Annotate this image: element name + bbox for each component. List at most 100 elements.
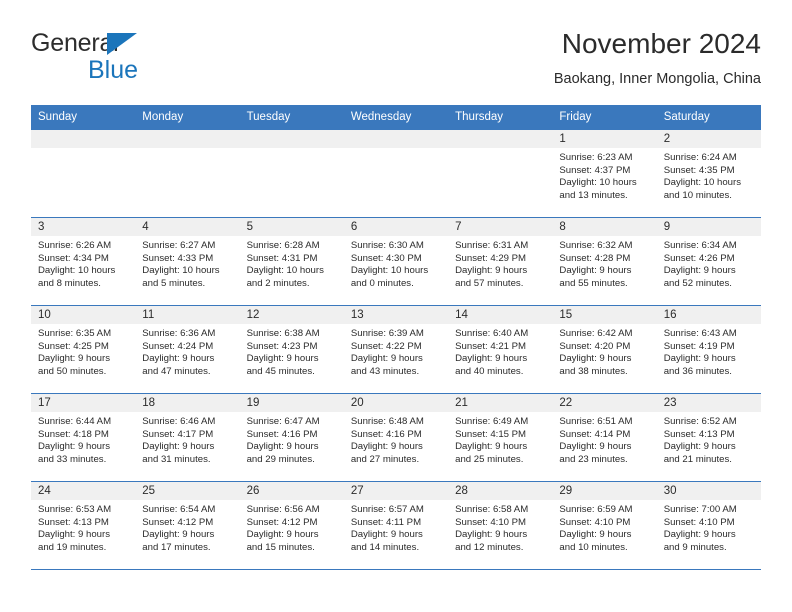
calendar-day-cell[interactable]: 8 Sunrise: 6:32 AM Sunset: 4:28 PM Daylight…: [552, 217, 657, 306]
sunrise-text: Sunrise: 6:54 AM: [142, 504, 216, 515]
day-number: 2: [656, 130, 761, 148]
day-cell-inner: 21 Sunrise: 6:49 AM Sunset: 4:15 PM Dayligh…: [448, 394, 553, 481]
calendar-day-cell[interactable]: 30 Sunrise: 7:00 AM Sunset: 4:10 PM Dayligh…: [656, 481, 761, 570]
day-details: Sunrise: 6:39 AM Sunset: 4:22 PM Daylight:…: [344, 324, 448, 378]
day-details: Sunrise: 6:46 AM Sunset: 4:17 PM Daylight:…: [135, 412, 239, 466]
day-details: Sunrise: 6:35 AM Sunset: 4:25 PM Daylight:…: [31, 324, 135, 378]
day-cell-inner: 22 Sunrise: 6:51 AM Sunset: 4:14 PM Dayligh…: [552, 394, 657, 481]
sunset-text: Sunset: 4:15 PM: [455, 428, 527, 440]
day-details: Sunrise: 6:38 AM Sunset: 4:23 PM Daylight:…: [240, 324, 344, 378]
daylight-text-line1: Daylight: 9 hours: [142, 353, 215, 365]
sunset-text: Sunset: 4:34 PM: [38, 252, 109, 264]
calendar-day-cell[interactable]: 28 Sunrise: 6:58 AM Sunset: 4:10 PM Dayligh…: [448, 481, 553, 570]
calendar-day-cell[interactable]: 21 Sunrise: 6:49 AM Sunset: 4:15 PM Dayligh…: [448, 393, 553, 482]
sunset-text: Sunset: 4:17 PM: [142, 428, 214, 440]
day-number: 27: [343, 482, 449, 500]
daylight-text-line2: and 10 minutes.: [663, 189, 732, 201]
sunrise-text: Sunrise: 6:28 AM: [246, 240, 320, 251]
calendar-day-cell[interactable]: 4 Sunrise: 6:27 AM Sunset: 4:33 PM Daylight…: [135, 217, 240, 306]
daylight-text-line1: Daylight: 9 hours: [350, 441, 423, 453]
calendar-day-cell[interactable]: 29 Sunrise: 6:59 AM Sunset: 4:10 PM Dayligh…: [552, 481, 657, 570]
day-details: Sunrise: 6:31 AM Sunset: 4:29 PM Daylight:…: [448, 236, 552, 290]
day-cell-inner: 15 Sunrise: 6:42 AM Sunset: 4:20 PM Dayligh…: [552, 306, 657, 393]
calendar-day-cell[interactable]: 25 Sunrise: 6:54 AM Sunset: 4:12 PM Dayligh…: [135, 481, 240, 570]
day-cell-inner: 30 Sunrise: 7:00 AM Sunset: 4:10 PM Dayligh…: [656, 482, 761, 569]
day-details: Sunrise: 6:48 AM Sunset: 4:16 PM Daylight:…: [344, 412, 448, 466]
calendar-day-cell[interactable]: 6 Sunrise: 6:30 AM Sunset: 4:30 PM Daylight…: [343, 217, 449, 306]
calendar-week-row: 3 Sunrise: 6:26 AM Sunset: 4:34 PM Daylight…: [31, 217, 761, 306]
calendar-day-cell[interactable]: 15 Sunrise: 6:42 AM Sunset: 4:20 PM Dayligh…: [552, 305, 657, 394]
sunrise-text: Sunrise: 6:52 AM: [663, 416, 737, 427]
calendar-week-row: 10 Sunrise: 6:35 AM Sunset: 4:25 PM Dayligh…: [31, 305, 761, 394]
calendar-day-cell[interactable]: 23 Sunrise: 6:52 AM Sunset: 4:13 PM Dayligh…: [656, 393, 761, 482]
sunset-text: Sunset: 4:14 PM: [559, 428, 631, 440]
page-header: General Blue November 2024 Baokang, Inne…: [31, 28, 761, 98]
calendar-day-cell[interactable]: 19 Sunrise: 6:47 AM Sunset: 4:16 PM Dayligh…: [239, 393, 344, 482]
calendar-day-cell[interactable]: 7 Sunrise: 6:31 AM Sunset: 4:29 PM Daylight…: [448, 217, 553, 306]
sunset-text: Sunset: 4:37 PM: [559, 164, 631, 176]
sunrise-text: Sunrise: 6:49 AM: [455, 416, 529, 427]
day-details: Sunrise: 6:54 AM Sunset: 4:12 PM Daylight:…: [135, 500, 239, 554]
day-cell-inner: 27 Sunrise: 6:57 AM Sunset: 4:11 PM Dayligh…: [343, 482, 449, 569]
sunset-text: Sunset: 4:13 PM: [663, 428, 735, 440]
calendar-day-cell[interactable]: 20 Sunrise: 6:48 AM Sunset: 4:16 PM Dayligh…: [343, 393, 449, 482]
calendar-day-cell[interactable]: 14 Sunrise: 6:40 AM Sunset: 4:21 PM Dayligh…: [448, 305, 553, 394]
daylight-text-line2: and 29 minutes.: [246, 453, 315, 465]
day-details: Sunrise: 6:26 AM Sunset: 4:34 PM Daylight:…: [31, 236, 135, 290]
daylight-text-line2: and 15 minutes.: [246, 541, 315, 553]
daylight-text-line2: and 0 minutes.: [350, 277, 414, 289]
day-cell-inner: [343, 130, 449, 217]
brand-logo[interactable]: General Blue: [31, 28, 251, 90]
daylight-text-line1: Daylight: 9 hours: [559, 353, 632, 365]
page-title: November 2024: [561, 28, 761, 59]
sunset-text: Sunset: 4:25 PM: [38, 340, 109, 352]
brand-name-dark: General: [31, 28, 251, 58]
sunrise-text: Sunrise: 6:58 AM: [455, 504, 529, 515]
sunset-text: Sunset: 4:28 PM: [559, 252, 631, 264]
sunset-text: Sunset: 4:10 PM: [663, 516, 735, 528]
calendar-day-cell[interactable]: 27 Sunrise: 6:57 AM Sunset: 4:11 PM Dayligh…: [343, 481, 449, 570]
daylight-text-line1: Daylight: 9 hours: [142, 441, 215, 453]
day-number: 20: [343, 394, 449, 412]
daylight-text-line2: and 33 minutes.: [38, 453, 107, 465]
calendar-day-cell[interactable]: 12 Sunrise: 6:38 AM Sunset: 4:23 PM Dayligh…: [239, 305, 344, 394]
daylight-text-line1: Daylight: 10 hours: [142, 265, 220, 277]
daylight-text-line1: Daylight: 9 hours: [38, 353, 110, 365]
calendar-day-cell[interactable]: 11 Sunrise: 6:36 AM Sunset: 4:24 PM Dayligh…: [135, 305, 240, 394]
calendar-week-row: 24 Sunrise: 6:53 AM Sunset: 4:13 PM Dayligh…: [31, 481, 761, 570]
day-details: Sunrise: 6:34 AM Sunset: 4:26 PM Daylight:…: [657, 236, 761, 290]
daylight-text-line2: and 36 minutes.: [663, 365, 732, 377]
calendar-day-cell[interactable]: 3 Sunrise: 6:26 AM Sunset: 4:34 PM Daylight…: [31, 217, 136, 306]
daylight-text-line1: Daylight: 10 hours: [559, 177, 637, 189]
calendar-day-cell[interactable]: 26 Sunrise: 6:56 AM Sunset: 4:12 PM Dayligh…: [239, 481, 344, 570]
daylight-text-line2: and 47 minutes.: [142, 365, 211, 377]
daylight-text-line1: Daylight: 10 hours: [663, 177, 742, 189]
calendar-day-cell[interactable]: 13 Sunrise: 6:39 AM Sunset: 4:22 PM Dayligh…: [343, 305, 449, 394]
day-number: 11: [135, 306, 240, 324]
calendar-page: General Blue November 2024 Baokang, Inne…: [0, 0, 792, 612]
calendar-day-cell[interactable]: 2 Sunrise: 6:24 AM Sunset: 4:35 PM Daylight…: [656, 129, 761, 218]
calendar-day-cell[interactable]: 24 Sunrise: 6:53 AM Sunset: 4:13 PM Dayligh…: [31, 481, 136, 570]
calendar-day-cell[interactable]: 9 Sunrise: 6:34 AM Sunset: 4:26 PM Daylight…: [656, 217, 761, 306]
day-details: Sunrise: 6:49 AM Sunset: 4:15 PM Daylight:…: [448, 412, 552, 466]
calendar-day-cell[interactable]: 10 Sunrise: 6:35 AM Sunset: 4:25 PM Dayligh…: [31, 305, 136, 394]
day-cell-inner: 13 Sunrise: 6:39 AM Sunset: 4:22 PM Dayligh…: [343, 306, 449, 393]
day-number: 21: [448, 394, 553, 412]
day-number: 28: [448, 482, 553, 500]
day-number: 14: [448, 306, 553, 324]
day-details: Sunrise: 6:27 AM Sunset: 4:33 PM Daylight:…: [135, 236, 239, 290]
sunset-text: Sunset: 4:21 PM: [455, 340, 527, 352]
daylight-text-line1: Daylight: 9 hours: [38, 441, 110, 453]
calendar-day-cell[interactable]: 18 Sunrise: 6:46 AM Sunset: 4:17 PM Dayligh…: [135, 393, 240, 482]
calendar-day-cell[interactable]: 1 Sunrise: 6:23 AM Sunset: 4:37 PM Daylight…: [552, 129, 657, 218]
daylight-text-line2: and 25 minutes.: [455, 453, 524, 465]
day-cell-inner: 3 Sunrise: 6:26 AM Sunset: 4:34 PM Daylight…: [31, 218, 136, 305]
day-number: 8: [552, 218, 657, 236]
calendar-cell-empty: [343, 129, 449, 218]
calendar-day-cell[interactable]: 5 Sunrise: 6:28 AM Sunset: 4:31 PM Daylight…: [239, 217, 344, 306]
calendar-day-cell[interactable]: 17 Sunrise: 6:44 AM Sunset: 4:18 PM Dayligh…: [31, 393, 136, 482]
sunrise-text: Sunrise: 6:27 AM: [142, 240, 216, 251]
calendar-cell-empty: [239, 129, 344, 218]
calendar-day-cell[interactable]: 22 Sunrise: 6:51 AM Sunset: 4:14 PM Dayligh…: [552, 393, 657, 482]
calendar-day-cell[interactable]: 16 Sunrise: 6:43 AM Sunset: 4:19 PM Dayligh…: [656, 305, 761, 394]
